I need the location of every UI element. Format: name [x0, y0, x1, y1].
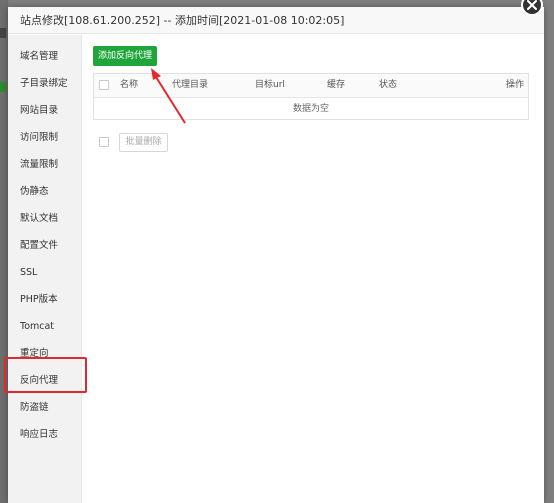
sidebar-item-ssl[interactable]: SSL [8, 259, 82, 286]
sidebar-item-php-version[interactable]: PHP版本 [8, 286, 82, 313]
annotation-highlight-box [4, 357, 87, 393]
sidebar-item-config-file[interactable]: 配置文件 [8, 232, 82, 259]
add-reverse-proxy-button[interactable]: 添加反向代理 [93, 46, 157, 66]
empty-message: 数据为空 [292, 104, 329, 114]
background-fragment [0, 82, 6, 92]
sidebar-item-domain[interactable]: 域名管理 [8, 43, 82, 70]
column-name: 名称 [120, 80, 139, 90]
column-status: 状态 [379, 80, 398, 90]
sidebar-item-default-document[interactable]: 默认文档 [8, 205, 82, 232]
background-overlay [0, 0, 8, 503]
sidebar-item-site-directory[interactable]: 网站目录 [8, 97, 82, 124]
batch-delete-button[interactable]: 批量删除 [119, 133, 168, 152]
sidebar-item-tomcat[interactable]: Tomcat [8, 313, 82, 340]
sidebar: 域名管理 子目录绑定 网站目录 访问限制 流量限制 伪静态 默认文档 配置文件 … [8, 35, 82, 503]
sidebar-item-traffic-limit[interactable]: 流量限制 [8, 151, 82, 178]
site-edit-dialog: 站点修改[108.61.200.252] -- 添加时间[2021-01-08 … [8, 7, 544, 503]
sidebar-item-rewrite[interactable]: 伪静态 [8, 178, 82, 205]
batch-select-checkbox[interactable] [99, 137, 109, 147]
sidebar-item-access-limit[interactable]: 访问限制 [8, 124, 82, 151]
proxy-table: 名称 代理目录 目标url 缓存 状态 操作 数据为空 [93, 73, 529, 120]
background-fragment [0, 28, 6, 38]
reverse-proxy-panel: 添加反向代理 名称 代理目录 目标url 缓存 状态 操作 数据为空 批量删除 [82, 35, 544, 503]
select-all-checkbox[interactable] [99, 80, 109, 90]
dialog-title: 站点修改[108.61.200.252] -- 添加时间[2021-01-08 … [8, 7, 544, 34]
column-actions: 操作 [506, 80, 525, 90]
column-target-url: 目标url [255, 80, 285, 90]
close-icon [527, 0, 537, 10]
sidebar-item-hotlink-protection[interactable]: 防盗链 [8, 394, 82, 421]
column-cache: 缓存 [327, 80, 346, 90]
sidebar-item-subdirectory-binding[interactable]: 子目录绑定 [8, 70, 82, 97]
sidebar-item-response-log[interactable]: 响应日志 [8, 421, 82, 448]
column-proxy-directory: 代理目录 [172, 80, 209, 90]
table-header: 名称 代理目录 目标url 缓存 状态 操作 [94, 74, 528, 98]
